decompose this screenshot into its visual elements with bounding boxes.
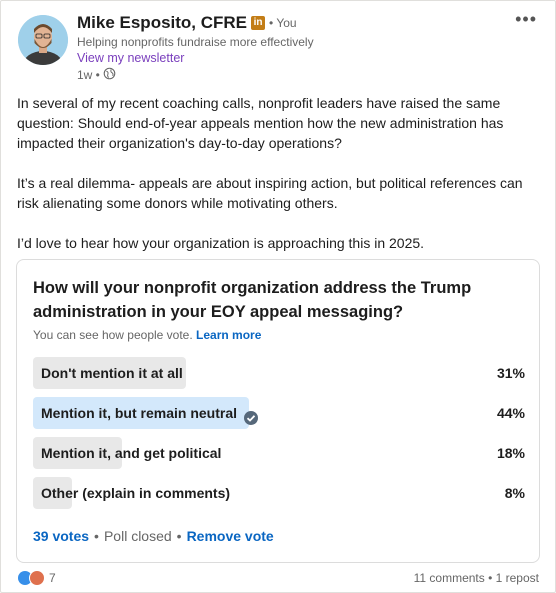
poll-question: How will your nonprofit organization add… (33, 279, 472, 321)
linkedin-premium-icon: in (251, 16, 266, 30)
author-avatar[interactable] (18, 15, 68, 65)
post-paragraph: In several of my recent coaching calls, … (17, 95, 504, 151)
separator: • (94, 528, 99, 544)
love-reaction-icon (29, 570, 45, 586)
poll-option[interactable]: Mention it, and get political 18% (33, 437, 525, 469)
globe-icon (103, 67, 116, 83)
author-name-text[interactable]: Mike Esposito, CFRE (77, 13, 247, 33)
poll-visibility-note: You can see how people vote. Learn more (33, 328, 261, 342)
poll-option-label: Other (explain in comments) (41, 485, 231, 501)
poll-option-percent: 18% (496, 445, 525, 461)
separator: • (176, 528, 182, 544)
you-label: • You (269, 16, 297, 30)
time-ago: 1w • (77, 68, 100, 82)
newsletter-link[interactable]: View my newsletter (77, 51, 184, 65)
poll-card: How will your nonprofit organization add… (16, 259, 540, 563)
author-tagline: Helping nonprofits fundraise more effect… (77, 35, 314, 49)
poll-option-label: Don't mention it at all (41, 365, 183, 381)
poll-option-label: Mention it, and get political (41, 445, 222, 461)
visibility-text: You can see how people vote. (33, 328, 193, 342)
post-card: Mike Esposito, CFRE in • You Helping non… (0, 0, 556, 593)
post-paragraph: It’s a real dilemma- appeals are about i… (17, 175, 523, 211)
learn-more-link[interactable]: Learn more (196, 328, 261, 342)
more-options-icon[interactable]: ••• (515, 9, 537, 30)
reaction-count: 7 (49, 571, 56, 585)
reactions-summary[interactable]: 7 (18, 570, 56, 586)
post-text: In several of my recent coaching calls, … (17, 93, 542, 273)
poll-option[interactable]: Mention it, but remain neutral 44% (33, 397, 525, 429)
poll-option-percent: 8% (504, 485, 525, 501)
poll-option[interactable]: Don't mention it at all 31% (33, 357, 525, 389)
checkmark-circle-icon (243, 405, 259, 425)
votes-count-link[interactable]: 39 votes (33, 528, 89, 544)
post-paragraph: I’d love to hear how your organization i… (17, 235, 425, 251)
poll-option-percent: 31% (496, 365, 525, 381)
comments-reposts-count[interactable]: 11 comments • 1 repost (414, 571, 539, 585)
poll-option[interactable]: Other (explain in comments) 8% (33, 477, 525, 509)
poll-footer: 39 votes • Poll closed • Remove vote (33, 528, 274, 544)
remove-vote-button[interactable]: Remove vote (187, 528, 274, 544)
author-name[interactable]: Mike Esposito, CFRE in • You (77, 13, 297, 33)
poll-status: Poll closed (103, 528, 172, 544)
poll-option-label: Mention it, but remain neutral (41, 405, 238, 421)
post-meta: 1w • (77, 67, 116, 83)
poll-option-percent: 44% (496, 405, 525, 421)
